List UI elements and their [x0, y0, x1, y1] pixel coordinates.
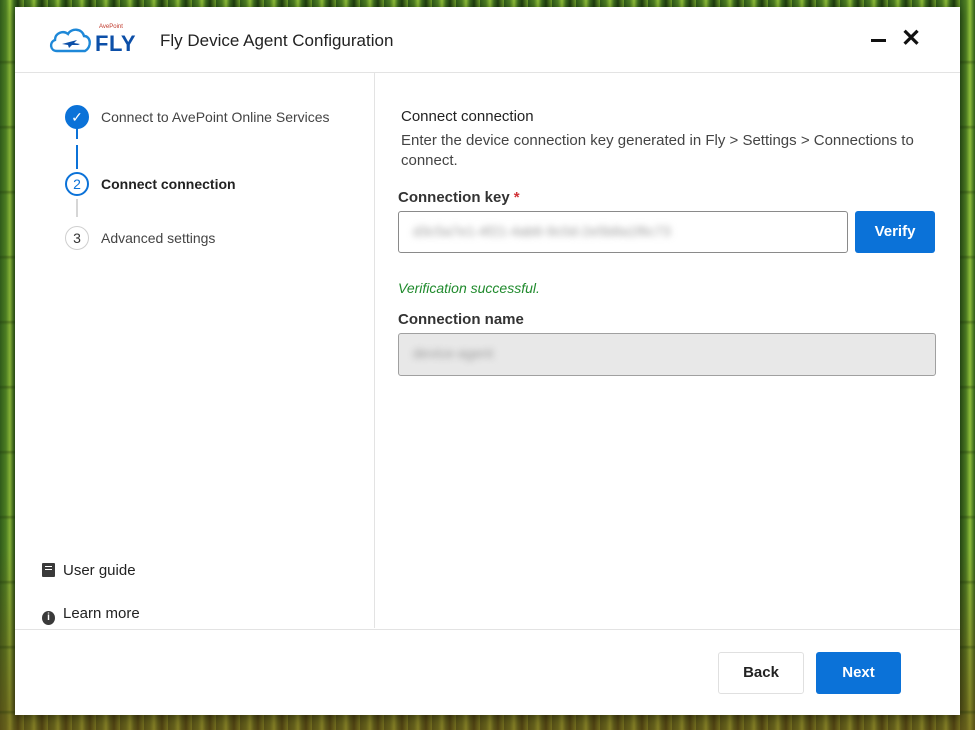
- connection-name-field: device-agent: [398, 333, 936, 376]
- link-label: User guide: [63, 562, 136, 579]
- step-connector: [76, 145, 78, 169]
- verify-button[interactable]: Verify: [855, 211, 935, 253]
- brand-mark: AvePoint: [99, 24, 123, 30]
- step-label: Advanced settings: [101, 230, 216, 246]
- step-number: 2: [65, 172, 89, 196]
- info-icon: i: [42, 611, 55, 625]
- close-icon[interactable]: ✕: [899, 27, 923, 51]
- learn-more-link[interactable]: i Learn more: [42, 605, 140, 625]
- link-label: Learn more: [63, 605, 140, 622]
- section-title: Connect connection: [401, 108, 534, 125]
- logo-text: FLY: [95, 31, 137, 56]
- step-label: Connect connection: [101, 176, 236, 192]
- cloud-plane-icon: [49, 28, 91, 53]
- check-icon: ✓: [65, 105, 89, 129]
- steps-sidebar: ✓ Connect to AvePoint Online Services 2 …: [15, 73, 375, 628]
- fly-logo: AvePoint FLY: [47, 21, 137, 57]
- minimize-icon[interactable]: [867, 27, 891, 51]
- step-number: 3: [65, 226, 89, 250]
- verification-status: Verification successful.: [398, 280, 540, 296]
- connection-key-input[interactable]: d3c5a7e1-4f21-4ab6-9c0d-2e5b8a1f6c73: [398, 211, 848, 253]
- main-panel: Connect connection Enter the device conn…: [375, 73, 960, 628]
- field-label-text: Connection key: [398, 189, 510, 206]
- window-title: Fly Device Agent Configuration: [160, 31, 394, 50]
- connection-name-label: Connection name: [398, 311, 524, 328]
- required-mark: *: [513, 189, 520, 206]
- dialog-footer: Back Next: [15, 629, 960, 716]
- book-icon: [42, 563, 55, 577]
- user-guide-link[interactable]: User guide: [42, 562, 136, 579]
- step-connector: [76, 199, 78, 217]
- connection-name-value: device-agent: [413, 345, 494, 361]
- section-description: Enter the device connection key generate…: [401, 132, 914, 169]
- connection-key-label: Connection key *: [398, 189, 520, 206]
- configuration-dialog: AvePoint FLY Fly Device Agent Configurat…: [15, 7, 960, 715]
- back-button[interactable]: Back: [718, 652, 804, 694]
- connection-key-value: d3c5a7e1-4f21-4ab6-9c0d-2e5b8a1f6c73: [413, 223, 671, 239]
- next-button[interactable]: Next: [816, 652, 901, 694]
- step-label: Connect to AvePoint Online Services: [101, 109, 330, 125]
- title-bar: AvePoint FLY Fly Device Agent Configurat…: [15, 7, 960, 73]
